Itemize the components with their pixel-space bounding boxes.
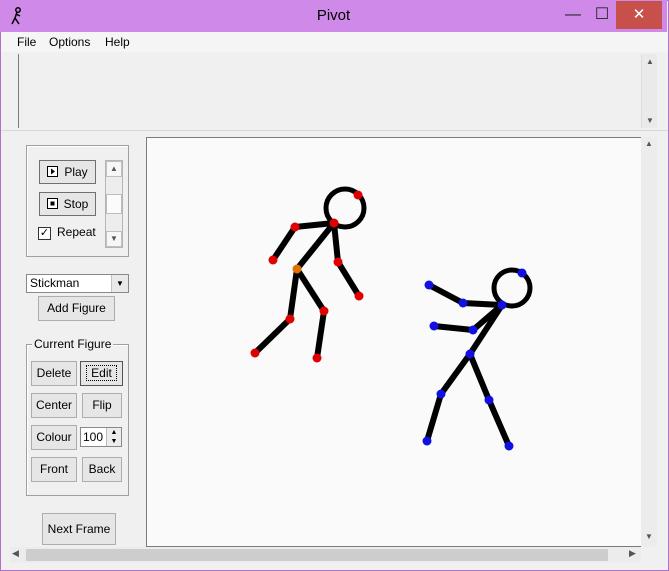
add-figure-button[interactable]: Add Figure: [38, 296, 115, 321]
size-stepper[interactable]: ▲ ▼: [106, 428, 121, 446]
back-button[interactable]: Back: [82, 457, 122, 482]
scroll-up-icon[interactable]: ▲: [642, 57, 658, 66]
repeat-checkbox[interactable]: ✓: [38, 227, 51, 240]
scroll-left-icon[interactable]: ◀: [12, 548, 19, 559]
repeat-label: Repeat: [57, 225, 96, 239]
menu-options[interactable]: Options: [43, 32, 96, 52]
stop-label: Stop: [63, 197, 89, 211]
menu-help[interactable]: Help: [99, 32, 136, 52]
canvas-vertical-scrollbar[interactable]: ▲ ▼: [641, 137, 657, 547]
menu-bar: File Options Help: [1, 32, 668, 52]
menu-file[interactable]: File: [11, 32, 42, 52]
chevron-down-icon[interactable]: ▼: [111, 275, 128, 292]
scroll-down-icon[interactable]: ▼: [641, 532, 657, 541]
current-figure-label: Current Figure: [32, 337, 114, 351]
speed-down-icon[interactable]: ▼: [106, 231, 122, 247]
stop-icon: [46, 198, 58, 209]
frames-strip-scrollbar[interactable]: ▲ ▼: [641, 54, 657, 128]
stop-button[interactable]: Stop: [39, 192, 96, 216]
flip-button[interactable]: Flip: [82, 393, 122, 418]
minimize-button[interactable]: —: [558, 1, 588, 29]
divider: [1, 130, 668, 131]
speed-thumb[interactable]: [106, 194, 122, 214]
stick-figures-canvas[interactable]: [147, 138, 641, 546]
scroll-right-icon[interactable]: ▶: [629, 548, 636, 559]
speed-up-icon[interactable]: ▲: [106, 161, 122, 177]
edit-button[interactable]: Edit: [80, 361, 123, 386]
maximize-button[interactable]: ☐: [588, 1, 616, 29]
close-button[interactable]: ✕: [616, 1, 662, 29]
edit-label: Edit: [86, 365, 117, 381]
frames-strip[interactable]: [18, 54, 641, 128]
front-button[interactable]: Front: [31, 457, 77, 482]
scroll-up-icon[interactable]: ▲: [641, 139, 657, 148]
red-stickman[interactable]: [252, 186, 367, 361]
next-frame-button[interactable]: Next Frame: [42, 513, 116, 545]
scroll-corner: [641, 547, 657, 563]
play-label: Play: [64, 165, 88, 179]
play-button[interactable]: Play: [39, 160, 96, 184]
center-button[interactable]: Center: [31, 393, 77, 418]
blue-stickman[interactable]: [424, 267, 533, 449]
scroll-down-icon[interactable]: ▼: [642, 116, 658, 125]
horizontal-scroll-thumb[interactable]: [26, 549, 608, 561]
colour-button[interactable]: Colour: [31, 425, 77, 450]
delete-button[interactable]: Delete: [31, 361, 77, 386]
play-icon: [47, 166, 59, 177]
